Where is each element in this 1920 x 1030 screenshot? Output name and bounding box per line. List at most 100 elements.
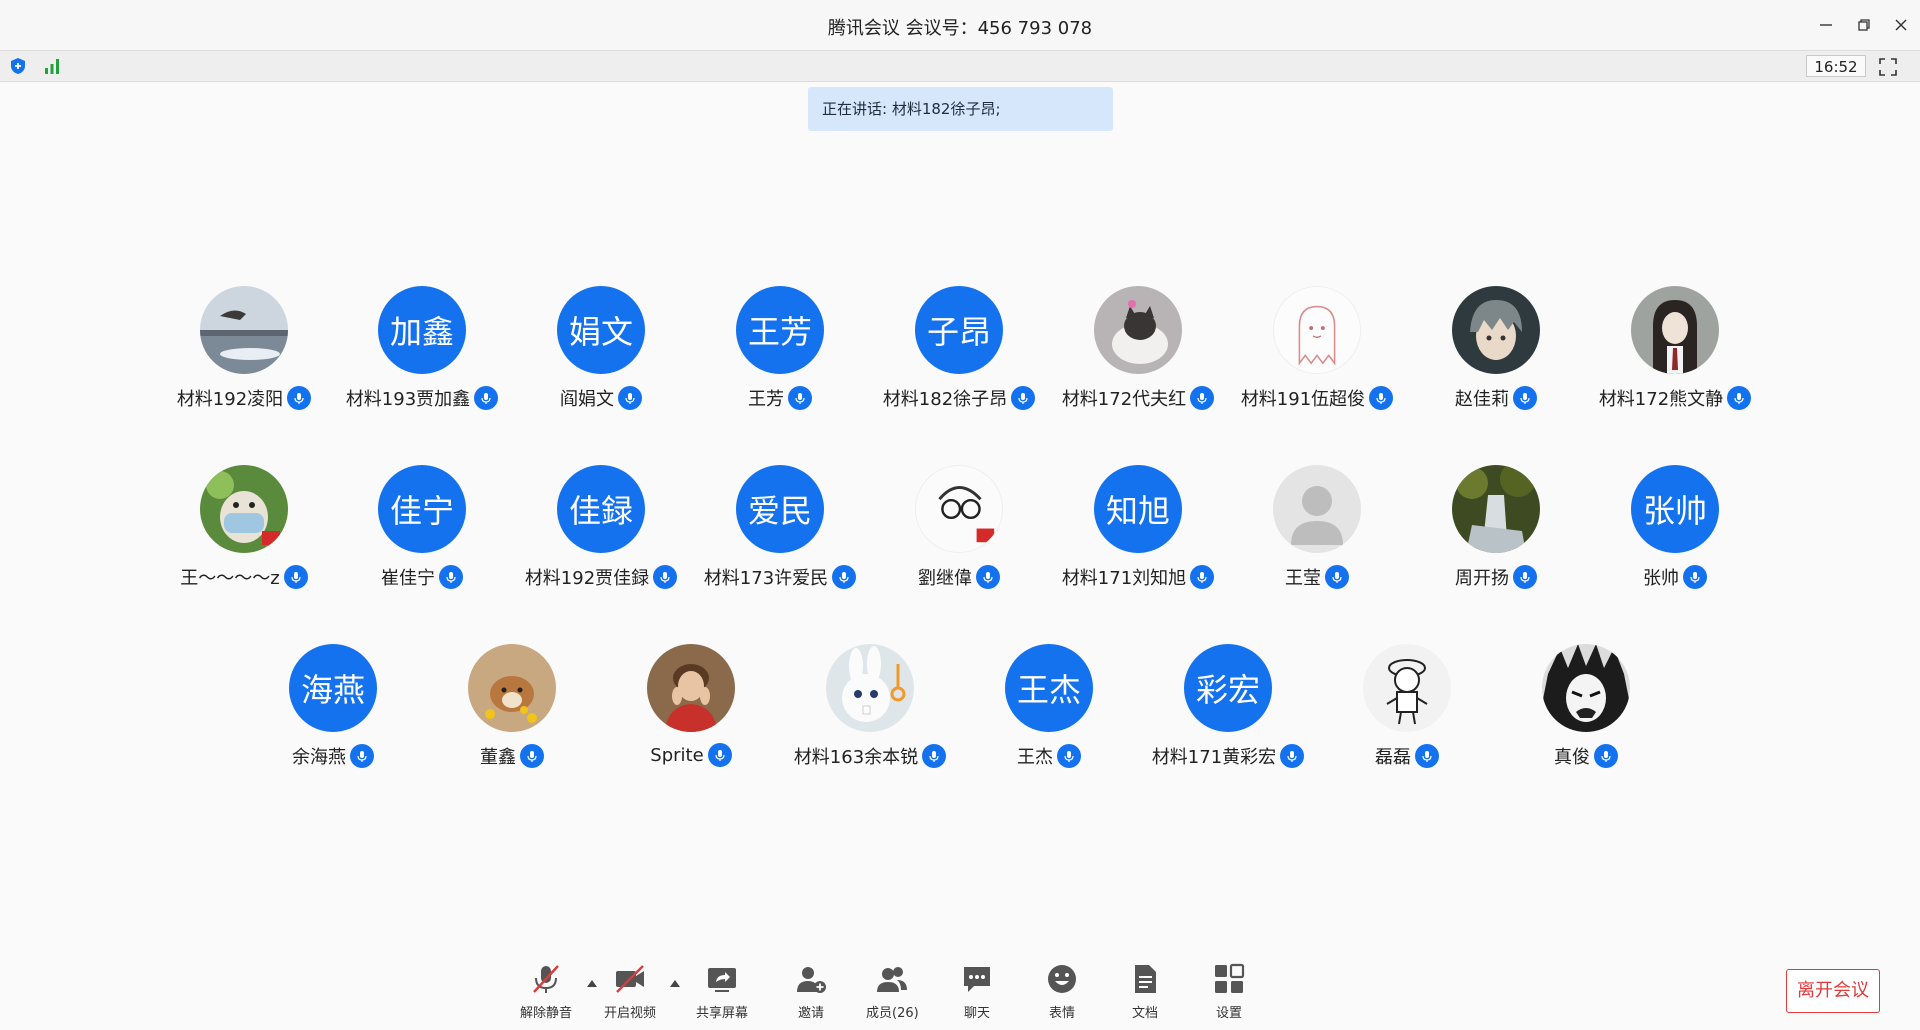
participant-name: 真俊 xyxy=(1554,747,1590,768)
portrait-photo-icon xyxy=(647,644,735,732)
avatar xyxy=(1273,286,1361,374)
invite-button[interactable]: 邀请 xyxy=(794,962,828,1024)
participant-name: 材料191伍超俊 xyxy=(1240,389,1366,410)
avatar xyxy=(1452,286,1540,374)
rabbit-cartoon-icon xyxy=(826,644,914,732)
share-screen-icon xyxy=(708,968,736,992)
mic-icon xyxy=(1325,565,1349,589)
reaction-button[interactable]: 表情 xyxy=(1045,962,1079,1024)
participant-name: 董鑫 xyxy=(480,747,516,768)
reaction-label: 表情 xyxy=(1048,1006,1075,1021)
grid-settings-icon xyxy=(1215,963,1245,993)
participant-name: 周开扬 xyxy=(1455,568,1509,589)
avatar: 佳録 xyxy=(557,465,645,553)
participant-name: 王芳 xyxy=(748,389,784,410)
avatar: 张帅 xyxy=(1631,465,1719,553)
participant-name: 王杰 xyxy=(1017,747,1053,768)
minimize-button[interactable] xyxy=(1813,12,1839,38)
avatar xyxy=(1542,644,1630,732)
close-button[interactable] xyxy=(1888,12,1914,38)
avatar: 彩宏 xyxy=(1184,644,1272,732)
camera-off-icon xyxy=(616,965,644,993)
signal-strength-icon[interactable] xyxy=(42,56,62,76)
avatar xyxy=(1363,644,1451,732)
mic-icon xyxy=(350,744,374,768)
chat-button[interactable]: 聊天 xyxy=(960,962,994,1024)
mic-muted-icon xyxy=(533,965,559,993)
participant-name: 材料193贾加鑫 xyxy=(345,389,471,410)
participant-name: 材料192贾佳録 xyxy=(524,568,650,589)
audio-options-caret-icon[interactable] xyxy=(586,978,598,988)
start-video-button[interactable]: 开启视频 xyxy=(604,962,656,1024)
participant-name: 王～～～～z xyxy=(180,568,280,589)
lake-photo-icon xyxy=(200,286,288,374)
participant-name: 材料171刘知旭 xyxy=(1061,568,1187,589)
participant-name: 阎娟文 xyxy=(560,389,614,410)
avatar: 知旭 xyxy=(1094,465,1182,553)
smile-icon xyxy=(1048,965,1076,993)
mic-icon xyxy=(1727,386,1752,410)
leave-meeting-button[interactable]: 离开会议 xyxy=(1786,969,1880,1013)
avatar xyxy=(200,286,288,374)
ghost-drawing-icon xyxy=(1274,287,1360,373)
avatar: 王杰 xyxy=(1005,644,1093,732)
puppy-photo-icon xyxy=(468,644,556,732)
mic-icon xyxy=(520,744,544,768)
avatar xyxy=(1094,286,1182,374)
invite-label: 邀请 xyxy=(797,1006,824,1021)
settings-label: 设置 xyxy=(1215,1006,1242,1021)
avatar xyxy=(200,465,288,553)
speaking-indicator: 正在讲话: 材料182徐子昂; xyxy=(808,87,1113,131)
unmute-button[interactable]: 解除静音 xyxy=(520,962,572,1024)
participant-name: 材料171黄彩宏 xyxy=(1151,747,1277,768)
avatar xyxy=(1273,465,1361,553)
avatar: 加鑫 xyxy=(378,286,466,374)
mic-icon xyxy=(618,386,642,410)
glasses-sketch-icon xyxy=(916,466,1002,552)
avatar: 佳宁 xyxy=(378,465,466,553)
mic-icon xyxy=(707,743,732,767)
video-options-caret-icon[interactable] xyxy=(669,978,681,988)
mic-icon xyxy=(788,386,812,410)
start-video-label: 开启视频 xyxy=(604,1006,657,1021)
avatar: 海燕 xyxy=(289,644,377,732)
members-icon xyxy=(877,967,908,992)
window-title: 腾讯会议 会议号：456 793 078 xyxy=(827,18,1093,39)
participant-name: 材料192凌阳 xyxy=(176,389,284,410)
share-screen-button[interactable]: 共享屏幕 xyxy=(696,962,748,1024)
manga-face-icon xyxy=(1542,644,1630,732)
participant-name: 赵佳莉 xyxy=(1455,389,1509,410)
mic-icon xyxy=(1683,565,1707,589)
participant-name: 张帅 xyxy=(1643,568,1679,589)
avatar xyxy=(468,644,556,732)
participant-name: 余海燕 xyxy=(292,747,346,768)
participant-name: 劉继偉 xyxy=(918,568,972,589)
participant-tile[interactable]: 真俊 xyxy=(1496,644,1676,784)
fullscreen-icon[interactable] xyxy=(1878,57,1898,77)
mic-icon xyxy=(439,565,463,589)
participant-name: 材料172熊文静 xyxy=(1598,389,1724,410)
shield-icon[interactable] xyxy=(8,56,28,76)
avatar: 娟文 xyxy=(557,286,645,374)
members-button[interactable]: 成员(26) xyxy=(866,962,919,1024)
participant-tile[interactable]: 材料172熊文静 xyxy=(1585,286,1765,426)
participant-name: 材料172代夫红 xyxy=(1061,389,1187,410)
document-icon xyxy=(1135,965,1156,993)
settings-button[interactable]: 设置 xyxy=(1212,962,1246,1024)
waterfall-photo-icon xyxy=(1452,465,1540,553)
participant-name: 磊磊 xyxy=(1375,747,1411,768)
participant-name: 材料163余本锐 xyxy=(793,747,919,768)
avatar xyxy=(1452,465,1540,553)
participant-tile[interactable]: 张帅 张帅 xyxy=(1585,465,1765,605)
members-label: 成员(26) xyxy=(866,1006,919,1021)
status-bar: 16:52 xyxy=(0,50,1920,82)
add-user-icon xyxy=(797,967,826,993)
avatar xyxy=(647,644,735,732)
unmute-label: 解除静音 xyxy=(520,1006,573,1021)
mic-icon xyxy=(1415,744,1439,768)
restore-button[interactable] xyxy=(1851,12,1877,38)
masked-cartoon-icon xyxy=(200,465,288,553)
avatar: 爱民 xyxy=(736,465,824,553)
documents-button[interactable]: 文档 xyxy=(1128,962,1162,1024)
participant-name: 材料182徐子昂 xyxy=(882,389,1008,410)
